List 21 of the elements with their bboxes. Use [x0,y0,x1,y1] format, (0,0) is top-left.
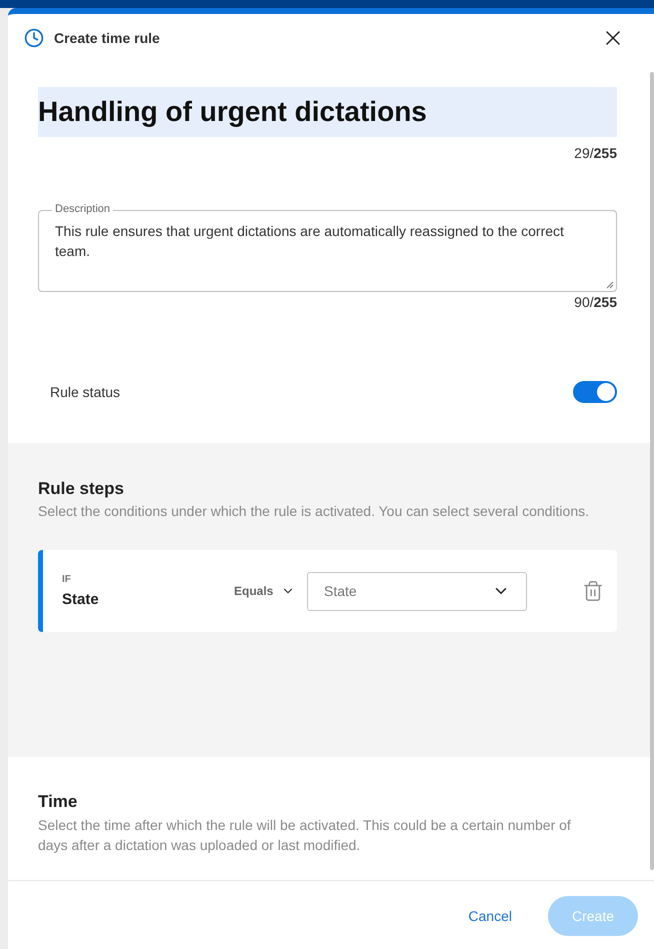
section-description: Select the conditions under which the rule is activated. You can select several conditions. [38,502,590,521]
scrollbar-thumb[interactable] [650,72,654,870]
section-description: Select the time after which the rule will be activated. This could be a certain number of days after a dictation was uploaded or last modified. [38,816,572,855]
character-counter: 29/255 [574,145,617,161]
cancel-link[interactable]: Cancel [468,896,512,936]
rule-name-field[interactable]: Handling of urgent dictations [38,87,617,137]
dialog-title: Create time rule [54,30,161,46]
section-title: Rule steps [38,479,125,499]
clock-icon [24,28,44,48]
resize-grip-icon[interactable] [606,281,614,289]
rule-status-toggle[interactable] [573,381,617,403]
operator-dropdown[interactable]: Equals [234,584,296,598]
condition-prefix: IF [62,574,71,586]
value-select[interactable]: State [307,572,527,610]
trash-icon [582,580,604,602]
condition-field: State [62,590,99,608]
field-label: Description [52,202,114,216]
rule-status-label: Rule status [50,384,120,400]
character-counter: 90/255 [574,294,617,310]
delete-button[interactable] [582,580,604,602]
section-title: Time [38,792,78,812]
